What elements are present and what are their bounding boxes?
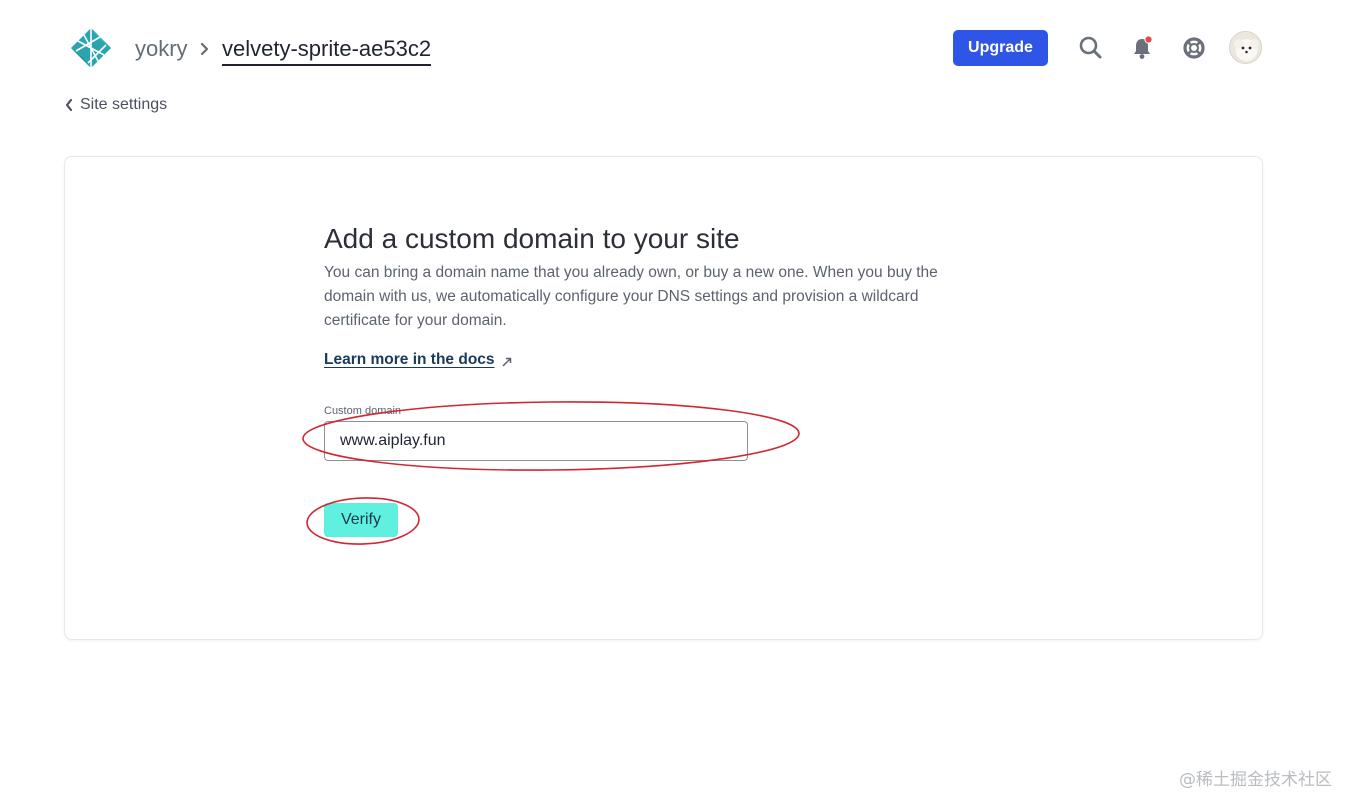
help-lifebuoy-icon[interactable]	[1180, 33, 1210, 63]
netlify-logo-icon[interactable]	[70, 27, 112, 69]
page-title: Add a custom domain to your site	[324, 223, 740, 254]
learn-more-docs-link[interactable]: Learn more in the docs	[324, 351, 495, 369]
chevron-left-icon	[64, 98, 74, 112]
back-link-label: Site settings	[80, 96, 168, 113]
custom-domain-input[interactable]	[324, 421, 748, 461]
watermark-text: @稀土掘金技术社区	[1179, 770, 1332, 790]
breadcrumb-site[interactable]: velvety-sprite-ae53c2	[222, 34, 432, 66]
back-to-site-settings-link[interactable]: Site settings	[64, 94, 167, 116]
upgrade-button[interactable]: Upgrade	[953, 30, 1048, 66]
custom-domain-label: Custom domain	[324, 405, 402, 417]
card-description: You can bring a domain name that you alr…	[324, 264, 938, 329]
breadcrumb-team[interactable]: yokry	[135, 34, 188, 64]
user-avatar[interactable]	[1229, 31, 1262, 64]
add-domain-card: Add a custom domain to your site You can…	[64, 156, 1263, 640]
external-link-icon	[501, 355, 513, 367]
verify-button[interactable]: Verify	[324, 503, 398, 537]
notification-bell-icon[interactable]	[1128, 33, 1158, 63]
top-header: yokry velvety-sprite-ae53c2 Upgrade	[0, 0, 1354, 96]
chevron-right-icon	[199, 40, 211, 58]
search-icon[interactable]	[1076, 33, 1106, 63]
